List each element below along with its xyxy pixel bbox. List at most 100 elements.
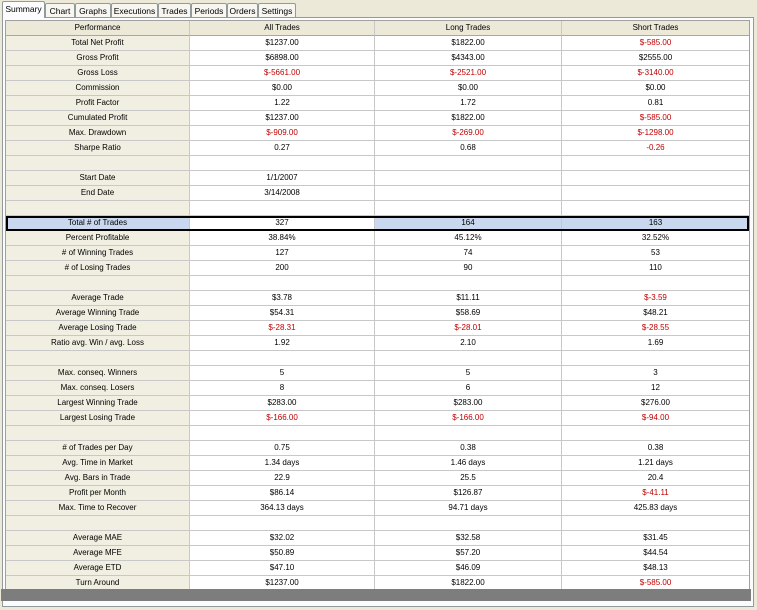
- value-all-trades: [190, 516, 375, 531]
- tab-periods[interactable]: Periods: [191, 3, 227, 17]
- row-label: Average Winning Trade: [6, 306, 190, 321]
- value-long-trades: 90: [375, 261, 562, 276]
- value-short-trades: 0.81: [562, 96, 749, 111]
- table-row-average-winning-trade[interactable]: Average Winning Trade $54.31 $58.69 $48.21: [6, 306, 749, 321]
- table-row-average-etd[interactable]: Average ETD $47.10 $46.09 $48.13: [6, 561, 749, 576]
- table-row-spacer[interactable]: [6, 276, 749, 291]
- table-row-spacer[interactable]: [6, 156, 749, 171]
- table-row-average-mfe[interactable]: Average MFE $50.89 $57.20 $44.54: [6, 546, 749, 561]
- value-long-trades: 1.72: [375, 96, 562, 111]
- table-row-spacer[interactable]: [6, 351, 749, 366]
- value-all-trades: 1.92: [190, 336, 375, 351]
- tab-summary[interactable]: Summary: [2, 1, 45, 18]
- column-header-all-trades[interactable]: All Trades: [190, 21, 375, 36]
- column-header-long-trades[interactable]: Long Trades: [375, 21, 562, 36]
- value-long-trades: $32.58: [375, 531, 562, 546]
- value-all-trades: 38.84%: [190, 231, 375, 246]
- value-short-trades: 110: [562, 261, 749, 276]
- value-long-trades: $1822.00: [375, 36, 562, 51]
- table-row-profit-factor[interactable]: Profit Factor 1.22 1.72 0.81: [6, 96, 749, 111]
- table-row-total-of-trades[interactable]: Total # of Trades 327 164 163: [6, 216, 749, 231]
- value-long-trades: [375, 156, 562, 171]
- value-long-trades: 45.12%: [375, 231, 562, 246]
- value-long-trades: $58.69: [375, 306, 562, 321]
- table-row-profit-per-month[interactable]: Profit per Month $86.14 $126.87 $-41.11: [6, 486, 749, 501]
- table-row-average-losing-trade[interactable]: Average Losing Trade $-28.31 $-28.01 $-28.5…: [6, 321, 749, 336]
- value-long-trades: 94.71 days: [375, 501, 562, 516]
- row-label: Start Date: [6, 171, 190, 186]
- tab-orders[interactable]: Orders: [227, 3, 258, 17]
- value-all-trades: $54.31: [190, 306, 375, 321]
- value-all-trades: 1.34 days: [190, 456, 375, 471]
- table-row-commission[interactable]: Commission $0.00 $0.00 $0.00: [6, 81, 749, 96]
- row-label: [6, 516, 190, 531]
- value-short-trades: 3: [562, 366, 749, 381]
- value-long-trades: 164: [375, 216, 562, 231]
- value-all-trades: 3/14/2008: [190, 186, 375, 201]
- value-long-trades: 6: [375, 381, 562, 396]
- table-row-max-conseq-losers[interactable]: Max. conseq. Losers 8 6 12: [6, 381, 749, 396]
- value-all-trades: [190, 426, 375, 441]
- row-label: # of Trades per Day: [6, 441, 190, 456]
- row-label: Average MFE: [6, 546, 190, 561]
- value-all-trades: $3.78: [190, 291, 375, 306]
- column-header-short-trades[interactable]: Short Trades: [562, 21, 749, 36]
- value-short-trades: $48.21: [562, 306, 749, 321]
- value-short-trades: [562, 426, 749, 441]
- table-row-ratio-avg-win-avg-loss[interactable]: Ratio avg. Win / avg. Loss 1.92 2.10 1.69: [6, 336, 749, 351]
- table-row-largest-losing-trade[interactable]: Largest Losing Trade $-166.00 $-166.00 $-94…: [6, 411, 749, 426]
- table-row-spacer[interactable]: [6, 516, 749, 531]
- value-short-trades: 1.69: [562, 336, 749, 351]
- table-row-spacer[interactable]: [6, 201, 749, 216]
- tab-settings[interactable]: Settings: [258, 3, 296, 17]
- tab-executions[interactable]: Executions: [111, 3, 158, 17]
- row-label: Max. conseq. Losers: [6, 381, 190, 396]
- row-label: Gross Loss: [6, 66, 190, 81]
- row-label: Ratio avg. Win / avg. Loss: [6, 336, 190, 351]
- table-row-gross-profit[interactable]: Gross Profit $6898.00 $4343.00 $2555.00: [6, 51, 749, 66]
- value-short-trades: [562, 351, 749, 366]
- table-row-avg-bars-in-trade[interactable]: Avg. Bars in Trade 22.9 25.5 20.4: [6, 471, 749, 486]
- value-short-trades: 425.83 days: [562, 501, 749, 516]
- value-short-trades: $276.00: [562, 396, 749, 411]
- tab-graphs[interactable]: Graphs: [75, 3, 111, 17]
- table-row-max-time-to-recover[interactable]: Max. Time to Recover 364.13 days 94.71 day…: [6, 501, 749, 516]
- row-label: Average MAE: [6, 531, 190, 546]
- value-all-trades: [190, 276, 375, 291]
- horizontal-scrollbar[interactable]: [1, 589, 751, 601]
- value-short-trades: [562, 516, 749, 531]
- table-row-average-mae[interactable]: Average MAE $32.02 $32.58 $31.45: [6, 531, 749, 546]
- table-row-spacer[interactable]: [6, 426, 749, 441]
- table-row-max-drawdown[interactable]: Max. Drawdown $-909.00 $-269.00 $-1298.00: [6, 126, 749, 141]
- value-all-trades: $6898.00: [190, 51, 375, 66]
- tab-chart[interactable]: Chart: [45, 3, 75, 17]
- table-row-average-trade[interactable]: Average Trade $3.78 $11.11 $-3.59: [6, 291, 749, 306]
- table-row-gross-loss[interactable]: Gross Loss $-5661.00 $-2521.00 $-3140.00: [6, 66, 749, 81]
- table-row-max-conseq-winners[interactable]: Max. conseq. Winners 5 5 3: [6, 366, 749, 381]
- table-row-of-losing-trades[interactable]: # of Losing Trades 200 90 110: [6, 261, 749, 276]
- table-row-of-winning-trades[interactable]: # of Winning Trades 127 74 53: [6, 246, 749, 261]
- value-short-trades: 12: [562, 381, 749, 396]
- table-row-total-net-profit[interactable]: Total Net Profit $1237.00 $1822.00 $-585.00: [6, 36, 749, 51]
- value-long-trades: [375, 171, 562, 186]
- row-label: Commission: [6, 81, 190, 96]
- value-short-trades: 20.4: [562, 471, 749, 486]
- value-all-trades: [190, 156, 375, 171]
- table-row-sharpe-ratio[interactable]: Sharpe Ratio 0.27 0.68 -0.26: [6, 141, 749, 156]
- column-header-performance[interactable]: Performance: [6, 21, 190, 36]
- row-label: Largest Losing Trade: [6, 411, 190, 426]
- value-long-trades: 0.68: [375, 141, 562, 156]
- table-row-avg-time-in-market[interactable]: Avg. Time in Market 1.34 days 1.46 days 1.2…: [6, 456, 749, 471]
- table-row-largest-winning-trade[interactable]: Largest Winning Trade $283.00 $283.00 $276.…: [6, 396, 749, 411]
- table-row-end-date[interactable]: End Date 3/14/2008: [6, 186, 749, 201]
- row-label: [6, 156, 190, 171]
- row-label: Average Trade: [6, 291, 190, 306]
- tab-trades[interactable]: Trades: [158, 3, 191, 17]
- table-row-percent-profitable[interactable]: Percent Profitable 38.84% 45.12% 32.52%: [6, 231, 749, 246]
- table-row-start-date[interactable]: Start Date 1/1/2007: [6, 171, 749, 186]
- value-short-trades: $2555.00: [562, 51, 749, 66]
- table-row-cumulated-profit[interactable]: Cumulated Profit $1237.00 $1822.00 $-585.00: [6, 111, 749, 126]
- value-long-trades: $-28.01: [375, 321, 562, 336]
- row-label: # of Losing Trades: [6, 261, 190, 276]
- table-row-of-trades-per-day[interactable]: # of Trades per Day 0.75 0.38 0.38: [6, 441, 749, 456]
